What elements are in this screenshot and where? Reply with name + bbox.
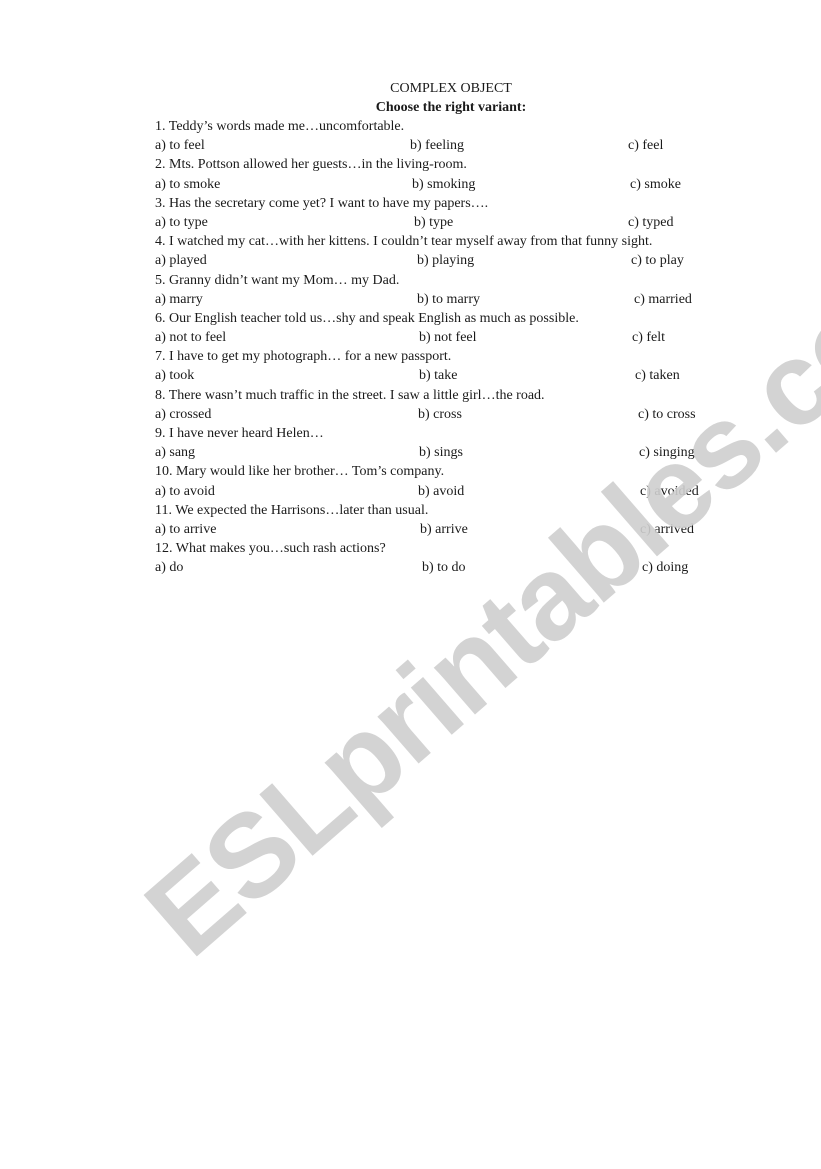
- option-b: b) take: [419, 368, 458, 384]
- question-text: 4. I watched my cat…with her kittens. I …: [155, 234, 653, 250]
- answer-options: a) to smoke b) smoking c) smoke: [155, 175, 755, 194]
- answer-options: a) took b) take c) taken: [155, 366, 755, 385]
- option-a: a) to feel: [155, 138, 205, 154]
- option-c: c) to play: [631, 253, 684, 269]
- option-a: a) do: [155, 560, 184, 576]
- answer-options: a) sang b) sings c) singing: [155, 443, 755, 462]
- option-c: c) smoke: [630, 176, 681, 192]
- option-b: b) cross: [418, 406, 462, 422]
- option-b: b) type: [414, 214, 454, 230]
- answer-options: a) played b) playing c) to play: [155, 251, 755, 270]
- question-text: 3. Has the secretary come yet? I want to…: [155, 195, 489, 211]
- option-a: a) played: [155, 253, 207, 269]
- option-c: c) typed: [628, 214, 674, 230]
- option-b: b) not feel: [419, 330, 477, 346]
- answer-options: a) marry b) to marry c) married: [155, 290, 755, 309]
- option-a: a) to type: [155, 214, 208, 230]
- option-c: c) avoided: [640, 483, 699, 499]
- question-list: 1. Teddy’s words made me…uncomfortable. a…: [155, 117, 755, 578]
- option-b: b) feeling: [410, 138, 465, 154]
- option-a: a) crossed: [155, 406, 212, 422]
- option-a: a) to arrive: [155, 521, 217, 537]
- option-c: c) doing: [642, 560, 689, 576]
- option-b: b) playing: [417, 253, 475, 269]
- question-text: 10. Mary would like her brother… Tom’s c…: [155, 464, 445, 480]
- question-text: 2. Mts. Pottson allowed her guests…in th…: [155, 157, 467, 173]
- option-b: b) sings: [419, 445, 463, 461]
- question-text: 9. I have never heard Helen…: [155, 426, 324, 441]
- option-a: a) took: [155, 368, 195, 384]
- option-b: b) arrive: [420, 521, 468, 537]
- option-c: c) arrived: [640, 521, 695, 537]
- answer-options: a) not to feel b) not feel c) felt: [155, 328, 755, 347]
- option-a: a) not to feel: [155, 330, 227, 346]
- option-b: b) avoid: [418, 483, 465, 499]
- option-c: c) married: [634, 291, 692, 307]
- question-text: 6. Our English teacher told us…shy and s…: [155, 310, 579, 326]
- answer-options: a) to arrive b) arrive c) arrived: [155, 520, 755, 539]
- question-text: 11. We expected the Harrisons…later than…: [155, 502, 429, 518]
- worksheet-title: COMPLEX OBJECT: [390, 81, 512, 96]
- question-text: 12. What makes you…such rash actions?: [155, 541, 386, 557]
- option-b: b) smoking: [412, 176, 476, 192]
- question-text: 7. I have to get my photograph… for a ne…: [155, 349, 452, 365]
- answer-options: a) to avoid b) avoid c) avoided: [155, 482, 755, 501]
- option-a: a) to avoid: [155, 483, 215, 499]
- answer-options: a) to feel b) feeling c) feel: [155, 136, 755, 155]
- answer-options: a) do b) to do c) doing: [155, 558, 755, 577]
- option-c: c) feel: [628, 138, 664, 154]
- option-b: b) to do: [422, 560, 466, 576]
- option-c: c) taken: [635, 368, 680, 384]
- answer-options: a) to type b) type c) typed: [155, 213, 755, 232]
- option-c: c) singing: [639, 445, 695, 461]
- question-text: 5. Granny didn’t want my Mom… my Dad.: [155, 272, 400, 288]
- worksheet-subtitle: Choose the right variant:: [375, 100, 527, 115]
- option-a: a) marry: [155, 291, 203, 307]
- question-text: 1. Teddy’s words made me…uncomfortable.: [155, 119, 405, 134]
- option-c: c) to cross: [638, 406, 696, 422]
- option-a: a) to smoke: [155, 176, 221, 192]
- option-a: a) sang: [155, 445, 196, 461]
- answer-options: a) crossed b) cross c) to cross: [155, 405, 755, 424]
- option-c: c) felt: [632, 330, 666, 346]
- worksheet: COMPLEX OBJECT Choose the right variant:…: [155, 79, 755, 578]
- question-text: 8. There wasn’t much traffic in the stre…: [155, 387, 545, 403]
- option-b: b) to marry: [417, 291, 480, 307]
